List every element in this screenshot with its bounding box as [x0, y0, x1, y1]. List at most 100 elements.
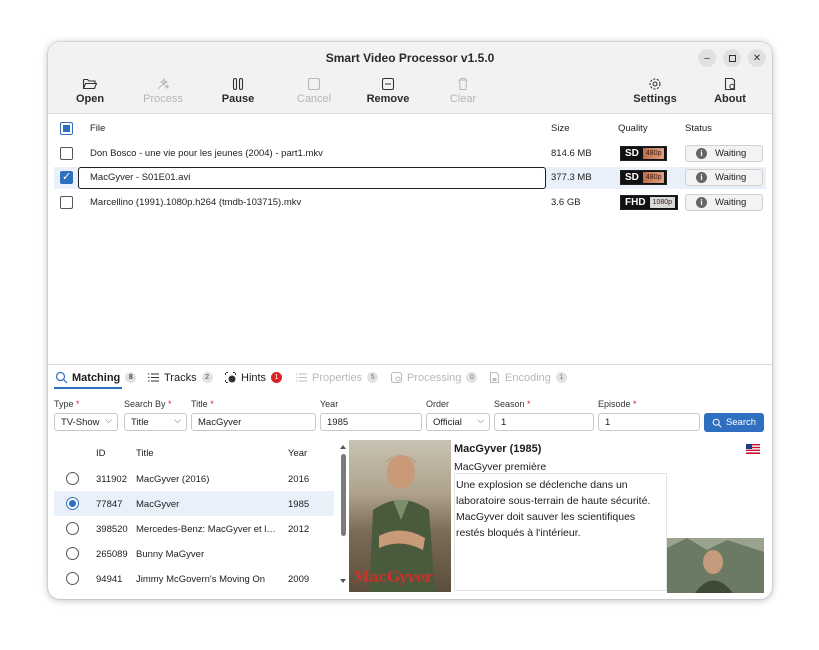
result-title: Bunny MaGyver — [136, 549, 205, 560]
tab-label: Encoding — [505, 371, 551, 384]
trash-icon — [458, 78, 468, 90]
header-year: Year — [288, 448, 308, 459]
open-button[interactable]: Open — [60, 77, 120, 105]
tab-count-badge: 2 — [201, 372, 213, 383]
quality-badge: SD 480p — [620, 170, 668, 185]
file-row-selected[interactable]: MacGyver - S01E01.avi 377.3 MB SD 480p i… — [54, 167, 766, 189]
tab-count-badge: 5 — [367, 372, 379, 383]
maximize-button[interactable] — [723, 49, 741, 67]
year-input[interactable]: 1985 — [320, 413, 422, 431]
result-row[interactable]: 94941 Jimmy McGovern's Moving On 2009 — [54, 566, 334, 591]
clear-label: Clear — [449, 93, 477, 105]
results-table: ID Title Year 311902 MacGyver (2016) 201… — [54, 440, 347, 595]
result-row[interactable]: 265089 Bunny MaGyver — [54, 541, 334, 566]
open-label: Open — [75, 93, 105, 105]
file-size: 814.6 MB — [551, 148, 592, 159]
quality-label: SD — [625, 148, 639, 159]
clear-button[interactable]: Clear — [433, 77, 493, 105]
search-icon — [712, 418, 722, 427]
result-radio[interactable] — [66, 522, 79, 535]
result-title: Jimmy McGovern's Moving On — [136, 574, 266, 585]
pause-button[interactable]: Pause — [208, 77, 268, 105]
result-row[interactable]: 398520 Mercedes-Benz: MacGyver et le ...… — [54, 516, 334, 541]
type-select[interactable]: TV-Show ⌵ — [54, 413, 118, 431]
tab-processing[interactable]: Processing 0 — [390, 371, 478, 384]
tab-hints[interactable]: Hints 1 — [224, 371, 283, 384]
header-size: Size — [551, 123, 570, 134]
result-id: 311902 — [96, 474, 127, 485]
file-row[interactable]: Marcellino (1991).1080p.h264 (tmdb-10371… — [54, 192, 766, 214]
title-input[interactable]: MacGyver — [191, 413, 316, 431]
process-button[interactable]: Process — [133, 77, 193, 105]
chevron-down-icon: ⌵ — [105, 415, 112, 425]
file-size: 377.3 MB — [551, 172, 592, 183]
file-checkbox[interactable] — [60, 147, 73, 160]
season-label: Season * — [494, 399, 531, 409]
result-radio[interactable] — [66, 547, 79, 560]
result-radio[interactable] — [66, 472, 79, 485]
search-by-select[interactable]: Title ⌵ — [124, 413, 187, 431]
search-button[interactable]: Search — [704, 413, 764, 432]
result-row[interactable]: 311902 MacGyver (2016) 2016 — [54, 466, 334, 491]
tab-encoding[interactable]: Encoding 1 — [488, 371, 567, 384]
file-list: File Size Quality Status Don Bosco - une… — [48, 115, 772, 363]
header-title: Title — [136, 448, 154, 459]
info-icon: i — [696, 172, 707, 183]
resolution-label: 480p — [642, 172, 665, 183]
result-year: 2009 — [288, 574, 310, 585]
status-button[interactable]: i Waiting — [685, 194, 763, 211]
process-icon — [157, 77, 170, 90]
minimize-button[interactable]: – — [698, 49, 716, 67]
quality-label: SD — [625, 172, 639, 183]
results-scroll-thumb[interactable] — [341, 454, 346, 536]
tab-matching[interactable]: Matching 8 — [55, 371, 137, 384]
close-icon: ✕ — [752, 52, 762, 64]
quality-badge: FHD 1080p — [620, 195, 679, 210]
episode-input[interactable]: 1 — [598, 413, 700, 431]
file-name: Don Bosco - une vie pour les jeunes (200… — [90, 148, 323, 159]
settings-button[interactable]: Settings — [625, 77, 685, 105]
header-quality: Quality — [618, 123, 648, 134]
file-name: Marcellino (1991).1080p.h264 (tmdb-10371… — [90, 197, 302, 208]
search-by-label: Search By * — [124, 399, 172, 409]
minimize-icon: – — [704, 52, 710, 64]
select-all-checkbox[interactable] — [60, 122, 73, 135]
order-select[interactable]: Official ⌵ — [426, 413, 490, 431]
quality-badge: SD 480p — [620, 146, 668, 161]
app-window: Smart Video Processor v1.5.0 – ✕ Open Pr… — [48, 42, 772, 599]
result-radio[interactable] — [66, 497, 79, 510]
encoding-icon — [489, 371, 500, 384]
result-id: 398520 — [96, 524, 128, 535]
status-button[interactable]: i Waiting — [685, 169, 763, 186]
status-button[interactable]: i Waiting — [685, 145, 763, 162]
episode-title: MacGyver première — [454, 461, 547, 473]
tab-count-badge: 1 — [555, 372, 567, 383]
tab-count-badge: 8 — [125, 372, 137, 383]
tab-tracks[interactable]: Tracks 2 — [147, 371, 213, 384]
status-text: Waiting — [715, 172, 747, 183]
info-icon: i — [696, 148, 707, 159]
tab-bar: Matching 8 Tracks 2 Hints 1 Properties 5… — [48, 364, 772, 388]
season-input[interactable]: 1 — [494, 413, 594, 431]
tab-count-badge: 0 — [466, 372, 478, 383]
result-radio[interactable] — [66, 572, 79, 585]
pause-label: Pause — [221, 93, 255, 105]
result-row-selected[interactable]: 77847 MacGyver 1985 — [54, 491, 334, 516]
header-status: Status — [685, 123, 712, 134]
file-checkbox[interactable] — [60, 170, 73, 184]
cancel-button[interactable]: Cancel — [284, 77, 344, 105]
file-row[interactable]: Don Bosco - une vie pour les jeunes (200… — [54, 143, 766, 165]
file-checkbox[interactable] — [60, 196, 73, 209]
result-title: Mercedes-Benz: MacGyver et le ... — [136, 524, 278, 535]
tab-label: Matching — [72, 371, 121, 384]
about-icon — [724, 77, 736, 91]
file-list-header: File Size Quality Status — [54, 118, 766, 140]
window-title: Smart Video Processor v1.5.0 — [325, 51, 495, 65]
thumbnail-figure — [667, 538, 764, 593]
tab-label: Hints — [241, 371, 267, 384]
tab-properties[interactable]: Properties 5 — [295, 371, 379, 384]
remove-button[interactable]: Remove — [358, 77, 418, 105]
close-button[interactable]: ✕ — [748, 49, 766, 67]
about-button[interactable]: About — [700, 77, 760, 105]
hint-icon — [225, 372, 236, 383]
